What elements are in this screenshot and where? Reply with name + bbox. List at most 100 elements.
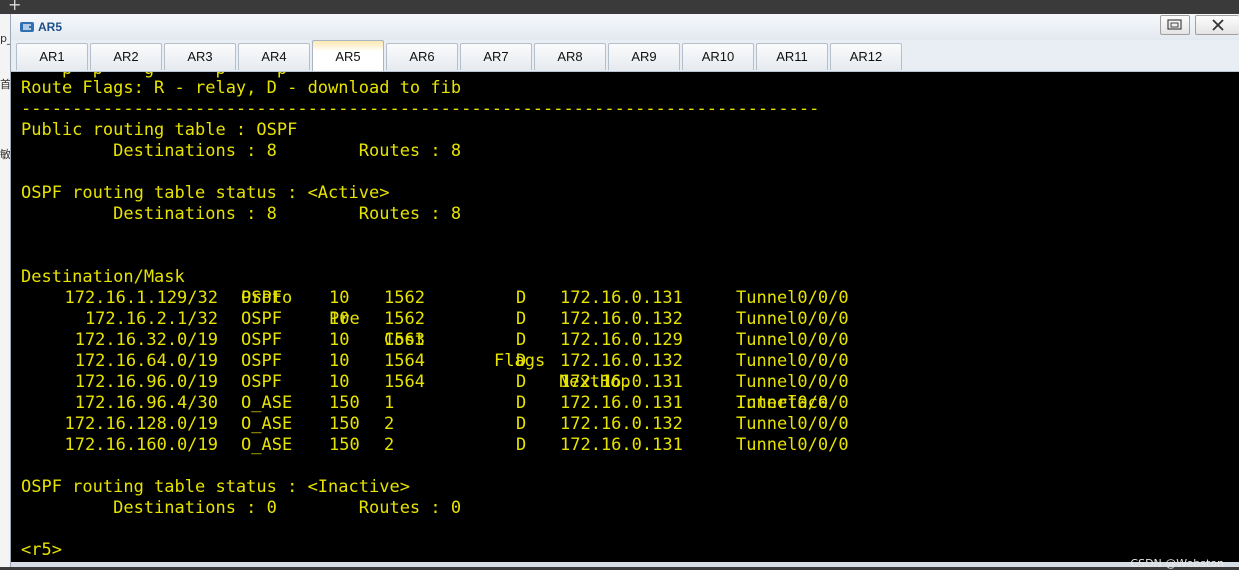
table-row: 172.16.2.1/32 OSPF 10 1562 D 172.16.0.132 Tunn… — [21, 309, 1221, 330]
background-window-edge: p_ 首 敏 — [0, 14, 12, 567]
table-row: 172.16.96.0/19 OSPF 10 1564 D 172.16.0.131 Tun… — [21, 372, 1221, 393]
route-nexthop: 172.16.0.132 — [560, 414, 683, 434]
tab-ar8[interactable]: AR8 — [534, 43, 606, 70]
table-row: 172.16.64.0/19 OSPF 10 1564 D 172.16.0.132 Tun… — [21, 351, 1221, 372]
route-proto: OSPF — [241, 351, 282, 371]
route-proto: O_ASE — [241, 414, 293, 434]
route-destination: 172.16.96.4/30 — [74, 393, 218, 413]
route-cost: 1562 — [384, 309, 425, 329]
inactive-status-counts: Destinations : 0 Routes : 0 — [21, 498, 462, 518]
active-status-header: OSPF routing table status : <Active> — [21, 183, 390, 203]
route-nexthop: 172.16.0.132 — [560, 351, 683, 371]
route-cost: 1563 — [384, 330, 425, 350]
route-nexthop: 172.16.0.131 — [560, 288, 683, 308]
route-interface: Tunnel0/0/0 — [736, 309, 849, 329]
close-icon — [1211, 19, 1224, 31]
terminal-window: AR5 AR1 AR2 AR3 AR4 AR5 AR6 AR7 AR8 AR9 … — [10, 14, 1239, 570]
route-flags: D — [516, 351, 527, 371]
route-flags: D — [516, 309, 527, 329]
tab-ar12[interactable]: AR12 — [830, 43, 902, 70]
table-row: 172.16.1.129/32 OSPF 10 1562 D 172.16.0.131 Tu… — [21, 288, 1221, 309]
route-flags: D — [516, 435, 527, 455]
route-nexthop: 172.16.0.129 — [560, 330, 683, 350]
route-interface: Tunnel0/0/0 — [736, 288, 849, 308]
device-tab-bar: AR1 AR2 AR3 AR4 AR5 AR6 AR7 AR8 AR9 AR10… — [11, 40, 1239, 72]
route-nexthop: 172.16.0.131 — [560, 393, 683, 413]
route-destination: 172.16.32.0/19 — [74, 330, 218, 350]
table-row: 172.16.160.0/19 O_ASE 150 2 D 172.16.0.131 Tun… — [21, 435, 1221, 456]
restore-button[interactable] — [1160, 15, 1190, 35]
window-title: AR5 — [38, 20, 63, 34]
route-nexthop: 172.16.0.131 — [560, 435, 683, 455]
route-pre: 10 — [329, 288, 350, 308]
route-cost: 2 — [384, 414, 395, 434]
route-nexthop: 172.16.0.131 — [560, 372, 683, 392]
route-cost: 1562 — [384, 288, 425, 308]
route-flags: D — [516, 393, 527, 413]
tab-ar7[interactable]: AR7 — [460, 43, 532, 70]
tab-ar1[interactable]: AR1 — [16, 43, 88, 70]
route-proto: OSPF — [241, 288, 282, 308]
window-bottom-border — [11, 562, 1239, 567]
tab-ar10[interactable]: AR10 — [682, 43, 754, 70]
terminal-output[interactable]: p p g p p Route Flags: R - relay, D - do… — [11, 72, 1239, 562]
route-pre: 10 — [329, 330, 350, 350]
table-column-headers: Destination/Mask Proto Pre Cost Flags Ne… — [21, 246, 1221, 413]
route-flags: D — [516, 330, 527, 350]
crosshair-cursor-icon: + — [8, 0, 22, 14]
route-pre: 10 — [329, 372, 350, 392]
route-destination: 172.16.128.0/19 — [64, 414, 218, 434]
active-status-counts: Destinations : 8 Routes : 8 — [21, 204, 462, 224]
route-cost: 2 — [384, 435, 395, 455]
close-button[interactable] — [1195, 15, 1239, 35]
route-destination: 172.16.160.0/19 — [64, 435, 218, 455]
route-pre: 150 — [329, 435, 360, 455]
route-interface: Tunnel0/0/0 — [736, 372, 849, 392]
route-flags: D — [516, 288, 527, 308]
tab-ar2[interactable]: AR2 — [90, 43, 162, 70]
screen-top-strip: + — [0, 0, 1239, 14]
route-pre: 10 — [329, 309, 350, 329]
route-nexthop: 172.16.0.132 — [560, 309, 683, 329]
tab-ar5[interactable]: AR5 — [312, 40, 384, 71]
route-interface: Tunnel0/0/0 — [736, 435, 849, 455]
public-table-header: Public routing table : OSPF — [21, 120, 298, 140]
table-row: 172.16.128.0/19 O_ASE 150 2 D 172.16.0.132 Tun… — [21, 414, 1221, 435]
route-pre: 150 — [329, 393, 360, 413]
route-pre: 10 — [329, 351, 350, 371]
route-destination: 172.16.2.1/32 — [84, 309, 218, 329]
command-prompt[interactable]: <r5> — [21, 540, 62, 561]
tab-ar9[interactable]: AR9 — [608, 43, 680, 70]
route-proto: OSPF — [241, 330, 282, 350]
router-app-icon — [20, 22, 34, 32]
table-row: 172.16.96.4/30 O_ASE 150 1 D 172.16.0.131 Tunn… — [21, 393, 1221, 414]
route-cost: 1564 — [384, 372, 425, 392]
watermark: CSDN @Webston — [1130, 557, 1224, 570]
column-header-destination: Destination/Mask — [21, 267, 185, 287]
restore-icon — [1167, 19, 1182, 30]
route-interface: Tunnel0/0/0 — [736, 414, 849, 434]
separator-line: ----------------------------------------… — [21, 99, 820, 119]
table-row: 172.16.32.0/19 OSPF 10 1563 D 172.16.0.129 Tun… — [21, 330, 1221, 351]
route-proto: O_ASE — [241, 435, 293, 455]
tab-ar11[interactable]: AR11 — [756, 43, 828, 70]
route-pre: 150 — [329, 414, 360, 434]
route-flags: D — [516, 414, 527, 434]
route-proto: OSPF — [241, 309, 282, 329]
route-interface: Tunnel0/0/0 — [736, 351, 849, 371]
tab-ar4[interactable]: AR4 — [238, 43, 310, 70]
inactive-status-header: OSPF routing table status : <Inactive> — [21, 477, 410, 497]
route-interface: Tunnel0/0/0 — [736, 330, 849, 350]
route-destination: 172.16.1.129/32 — [64, 288, 218, 308]
tab-ar3[interactable]: AR3 — [164, 43, 236, 70]
route-destination: 172.16.96.0/19 — [74, 372, 218, 392]
route-destination: 172.16.64.0/19 — [74, 351, 218, 371]
route-proto: O_ASE — [241, 393, 293, 413]
title-bar[interactable]: AR5 — [11, 14, 1239, 40]
tab-ar6[interactable]: AR6 — [386, 43, 458, 70]
route-cost: 1564 — [384, 351, 425, 371]
public-table-counts: Destinations : 8 Routes : 8 — [21, 141, 462, 161]
route-flags-line: Route Flags: R - relay, D - download to … — [21, 78, 462, 98]
route-interface: Tunnel0/0/0 — [736, 393, 849, 413]
route-flags: D — [516, 372, 527, 392]
